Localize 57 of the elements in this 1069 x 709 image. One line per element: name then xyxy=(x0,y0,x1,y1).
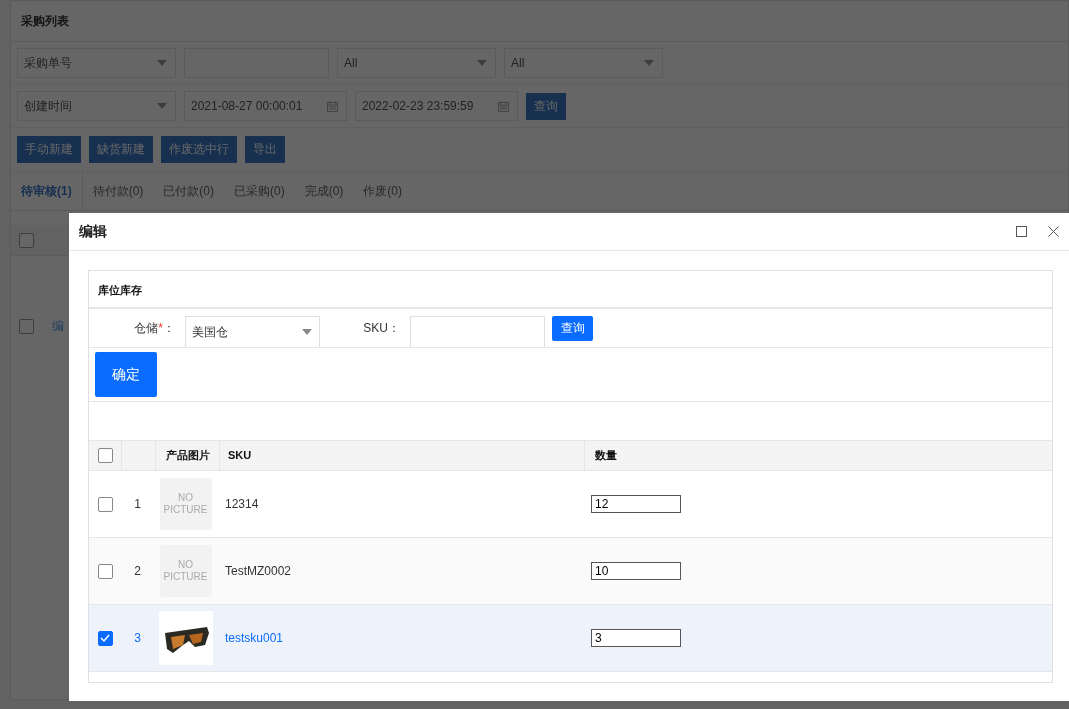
checkbox[interactable] xyxy=(19,318,34,334)
action-button[interactable]: 手动新建 xyxy=(17,136,81,163)
tab[interactable]: 待审核(1) xyxy=(11,172,83,210)
select-field[interactable]: 采购单号 xyxy=(17,48,176,78)
row-number: 2 xyxy=(134,564,141,578)
tab[interactable]: 待付款(0) xyxy=(82,172,154,210)
caret-icon xyxy=(157,60,167,66)
checkbox[interactable] xyxy=(97,448,113,463)
select-field[interactable]: All xyxy=(504,48,663,78)
quantity-input[interactable]: 12 xyxy=(591,495,681,513)
column-header: SKU xyxy=(220,441,585,470)
maximize-icon[interactable] xyxy=(1016,226,1027,237)
no-picture-thumbnail: NO PICTURE xyxy=(159,545,212,597)
sku-input[interactable] xyxy=(410,316,545,347)
caret-icon xyxy=(302,329,312,335)
calendar-icon xyxy=(498,100,509,112)
sku-text: testsku001 xyxy=(225,631,284,645)
sku-label: SKU： xyxy=(362,319,400,337)
confirm-button[interactable]: 确定 xyxy=(95,352,157,397)
action-button[interactable]: 作废选中行 xyxy=(161,136,237,163)
calendar-icon xyxy=(327,100,338,112)
dialog-title: 编辑 xyxy=(79,222,108,241)
select-field[interactable]: All xyxy=(337,48,496,78)
checkbox[interactable] xyxy=(97,630,113,646)
quantity-input[interactable]: 3 xyxy=(591,629,681,647)
search-button[interactable]: 查询 xyxy=(526,92,566,120)
tab[interactable]: 作废(0) xyxy=(353,172,413,210)
checkbox[interactable] xyxy=(19,232,34,248)
edit-link[interactable]: 编 xyxy=(52,317,64,335)
column-header: 数量 xyxy=(594,448,618,463)
search-button[interactable]: 查询 xyxy=(552,315,593,341)
caret-icon xyxy=(644,60,654,66)
date-field[interactable]: 2021-08-27 00:00:01 xyxy=(184,91,347,121)
warehouse-select[interactable]: 美国仓 xyxy=(185,316,320,347)
row-number: 1 xyxy=(134,497,141,511)
tab[interactable]: 已采购(0) xyxy=(224,172,295,210)
close-icon[interactable] xyxy=(1048,226,1059,237)
sku-text: TestMZ0002 xyxy=(225,564,292,578)
page-title: 采购列表 xyxy=(11,1,1068,42)
sunglasses-photo xyxy=(158,611,213,665)
quantity-input[interactable]: 10 xyxy=(591,562,681,580)
checkbox[interactable] xyxy=(97,563,113,579)
action-button[interactable]: 导出 xyxy=(245,136,285,163)
caret-icon xyxy=(157,103,167,109)
select-field[interactable]: 创建时间 xyxy=(17,91,176,121)
checkbox[interactable] xyxy=(97,496,113,512)
action-button[interactable]: 缺货新建 xyxy=(89,136,153,163)
row-number: 3 xyxy=(134,631,141,645)
no-picture-thumbnail: NO PICTURE xyxy=(159,478,212,530)
warehouse-label: 仓储*： xyxy=(133,319,175,337)
sku-text: 12314 xyxy=(225,497,259,511)
tab[interactable]: 已付款(0) xyxy=(153,172,224,210)
section-title: 库位库存 xyxy=(89,271,1052,309)
date-field[interactable]: 2022-02-23 23:59:59 xyxy=(355,91,518,121)
caret-icon xyxy=(477,60,487,66)
column-header: 产品图片 xyxy=(156,441,220,470)
tab[interactable]: 完成(0) xyxy=(294,172,354,210)
